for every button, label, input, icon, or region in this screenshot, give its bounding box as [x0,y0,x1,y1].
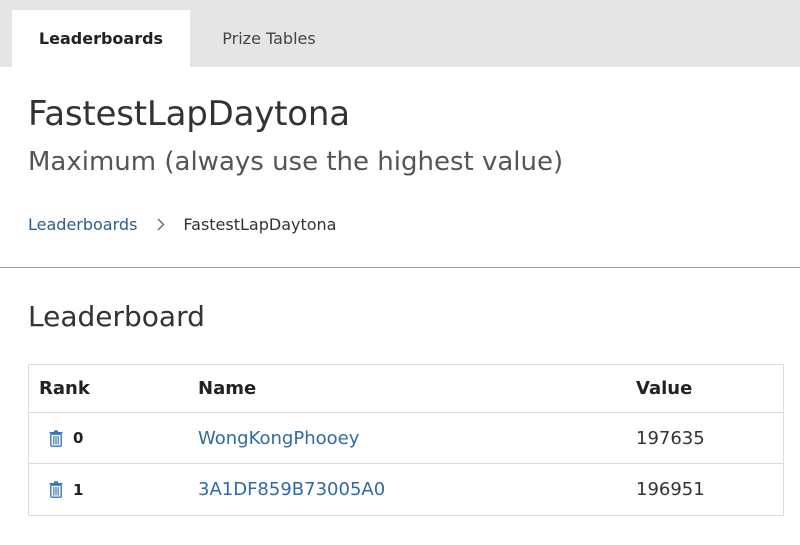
leaderboard-table: Rank Name Value 0 WongKongPhooey 197635 [28,364,784,516]
table-row: 0 WongKongPhooey 197635 [29,413,783,464]
tab-prize-tables[interactable]: Prize Tables [190,10,348,67]
value-cell: 196951 [636,464,705,515]
score-value: 196951 [636,479,705,500]
table-row: 1 3A1DF859B73005A0 196951 [29,464,783,515]
page-subtitle: Maximum (always use the highest value) [28,147,564,177]
page-title: FastestLapDaytona [28,94,350,134]
tab-bar: Leaderboards Prize Tables [0,0,800,67]
table-header-row: Rank Name Value [29,365,783,413]
name-cell: 3A1DF859B73005A0 [198,464,385,515]
divider [0,267,800,268]
breadcrumb-current: FastestLapDaytona [183,214,337,234]
section-title: Leaderboard [28,300,205,333]
tab-leaderboards[interactable]: Leaderboards [12,10,190,67]
value-cell: 197635 [636,413,705,463]
score-value: 197635 [636,427,705,449]
rank-cell: 0 [39,413,83,463]
player-name-link[interactable]: 3A1DF859B73005A0 [198,479,385,500]
rank-value: 0 [73,429,84,447]
breadcrumb-link-leaderboards[interactable]: Leaderboards [28,215,137,234]
name-cell: WongKongPhooey [198,413,359,463]
chevron-right-icon [157,218,165,231]
player-name-link[interactable]: WongKongPhooey [198,428,359,449]
trash-icon[interactable] [49,429,63,447]
column-header-rank: Rank [39,378,90,399]
rank-value: 1 [73,480,84,499]
trash-icon[interactable] [49,481,63,498]
breadcrumb: Leaderboards FastestLapDaytona [28,212,336,236]
rank-cell: 1 [39,464,83,515]
column-header-value: Value [636,378,693,399]
column-header-name: Name [198,378,257,399]
